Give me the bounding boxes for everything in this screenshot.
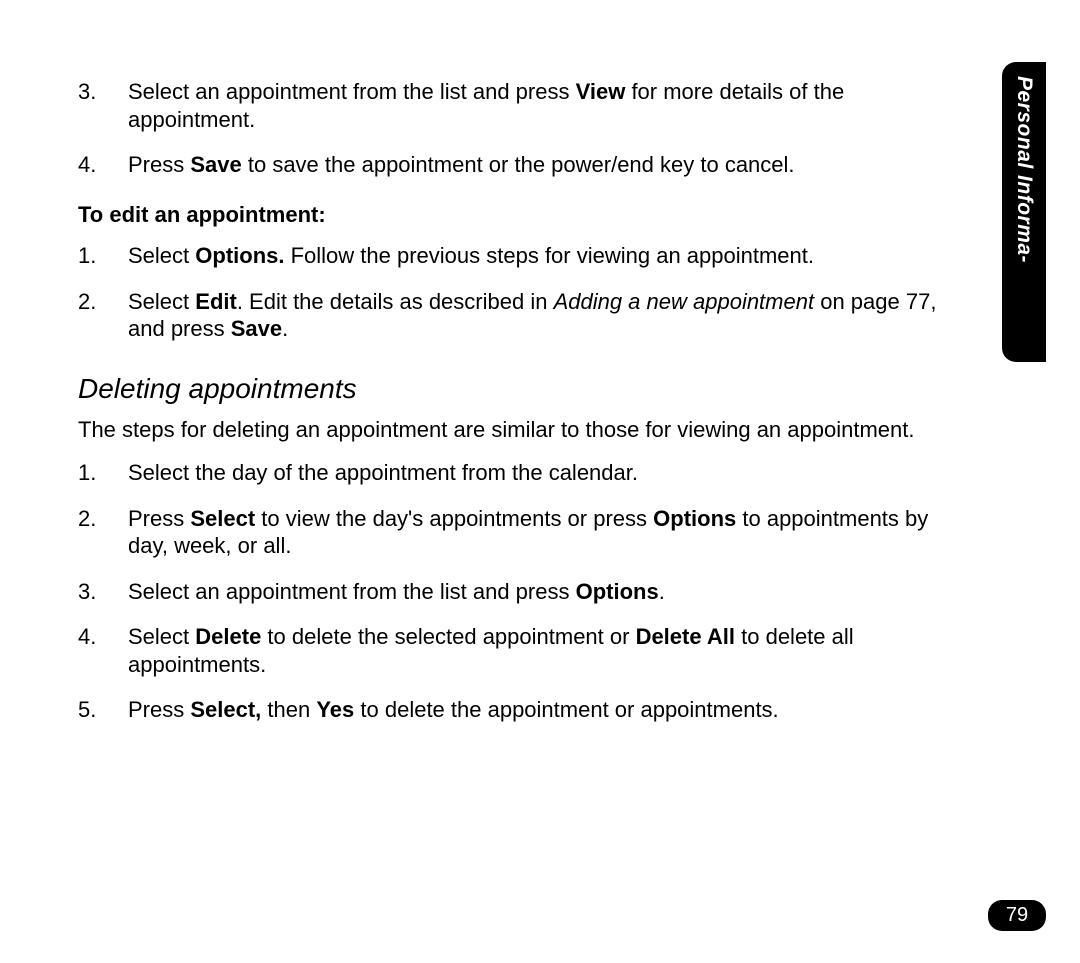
list-item: 4.Select Delete to delete the selected a… xyxy=(78,623,958,696)
list-item: 1.Select Options. Follow the previous st… xyxy=(78,242,958,288)
list-item-text: Select the day of the appointment from t… xyxy=(128,459,958,487)
list-item-text: Press Save to save the appointment or th… xyxy=(128,151,958,179)
list-item-text: Select Edit. Edit the details as describ… xyxy=(128,288,958,343)
list-item-number: 2. xyxy=(78,505,128,560)
section-tab: Personal Informa- xyxy=(1002,62,1046,362)
section-title-deleting: Deleting appointments xyxy=(78,371,958,406)
manual-page: Personal Informa- 3.Select an appointmen… xyxy=(0,0,1080,963)
list-item-number: 2. xyxy=(78,288,128,343)
list-item-number: 5. xyxy=(78,696,128,724)
list-item-number: 4. xyxy=(78,151,128,179)
section-intro: The steps for deleting an appointment ar… xyxy=(78,416,958,444)
list-item-text: Select Options. Follow the previous step… xyxy=(128,242,958,270)
list-item: 3.Select an appointment from the list an… xyxy=(78,78,958,151)
list-item-number: 3. xyxy=(78,78,128,133)
delete-list: 1.Select the day of the appointment from… xyxy=(78,459,958,742)
list-item-text: Press Select to view the day's appointme… xyxy=(128,505,958,560)
edit-heading: To edit an appointment: xyxy=(78,201,958,229)
page-content: 3.Select an appointment from the list an… xyxy=(78,78,958,742)
list-item: 2.Press Select to view the day's appoint… xyxy=(78,505,958,578)
list-item: 2.Select Edit. Edit the details as descr… xyxy=(78,288,958,361)
list-item-number: 1. xyxy=(78,242,128,270)
list-item-number: 4. xyxy=(78,623,128,678)
edit-list: 1.Select Options. Follow the previous st… xyxy=(78,242,958,361)
list-item-text: Select Delete to delete the selected app… xyxy=(128,623,958,678)
list-item-text: Select an appointment from the list and … xyxy=(128,578,958,606)
list-item-number: 3. xyxy=(78,578,128,606)
list-item-text: Press Select, then Yes to delete the app… xyxy=(128,696,958,724)
continuation-list: 3.Select an appointment from the list an… xyxy=(78,78,958,197)
list-item: 5.Press Select, then Yes to delete the a… xyxy=(78,696,958,742)
page-number-badge: 79 xyxy=(988,900,1046,931)
list-item-number: 1. xyxy=(78,459,128,487)
list-item: 1.Select the day of the appointment from… xyxy=(78,459,958,505)
list-item: 4.Press Save to save the appointment or … xyxy=(78,151,958,197)
list-item-text: Select an appointment from the list and … xyxy=(128,78,958,133)
list-item: 3.Select an appointment from the list an… xyxy=(78,578,958,624)
